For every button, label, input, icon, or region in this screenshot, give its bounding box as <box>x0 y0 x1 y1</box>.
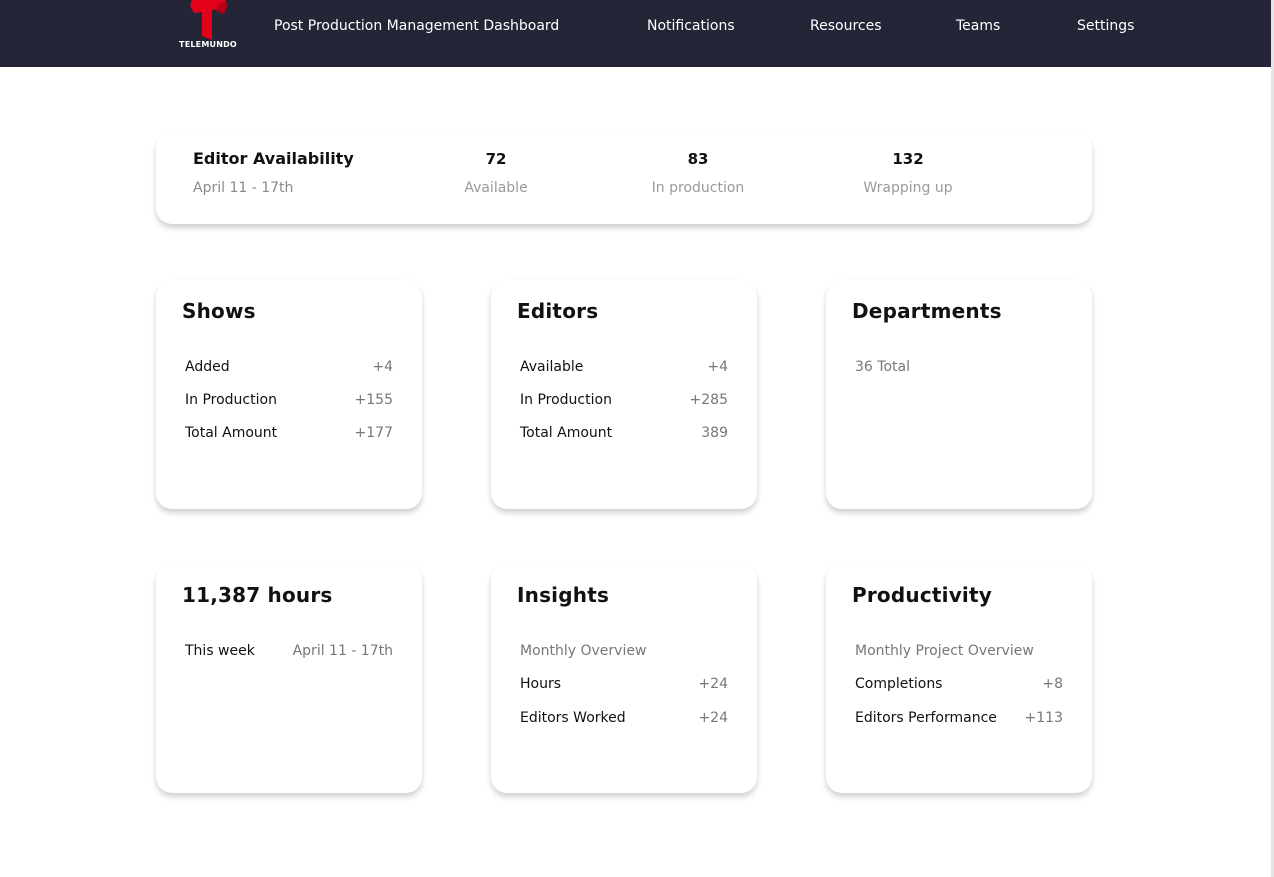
row-value: +4 <box>372 359 393 375</box>
hours-row-this-week: This week April 11 - 17th <box>185 643 393 663</box>
productivity-row-editors-performance: Editors Performance +113 <box>855 710 1063 730</box>
stat-wrapping-up-value: 132 <box>892 150 924 168</box>
row-label: Total Amount <box>185 425 278 441</box>
nav-notifications[interactable]: Notifications <box>647 17 735 35</box>
insights-subtitle: Monthly Overview <box>520 643 647 659</box>
stat-in-production-value: 83 <box>687 150 709 168</box>
departments-card: Departments 36 Total <box>826 280 1092 509</box>
departments-total: 36 Total <box>855 359 910 375</box>
row-value: +177 <box>354 425 393 441</box>
editor-availability-title: Editor Availability <box>193 149 354 168</box>
row-label: Editors Worked <box>520 710 626 726</box>
stat-available-value: 72 <box>485 150 507 168</box>
row-label: This week <box>185 643 255 659</box>
editor-availability-card: Editor Availability April 11 - 17th 72 A… <box>156 132 1092 224</box>
telemundo-logo[interactable]: TELEMUNDO <box>178 0 240 54</box>
app-title[interactable]: Post Production Management Dashboard <box>274 17 559 35</box>
insights-row-hours: Hours +24 <box>520 676 728 696</box>
insights-title: Insights <box>517 583 610 607</box>
top-navbar: TELEMUNDO Post Production Management Das… <box>0 0 1271 67</box>
editors-row-total-amount: Total Amount 389 <box>520 425 728 445</box>
editors-title: Editors <box>517 299 599 323</box>
departments-title: Departments <box>852 299 1002 323</box>
row-label: Available <box>520 359 584 375</box>
nav-settings[interactable]: Settings <box>1077 17 1134 35</box>
telemundo-t-icon <box>190 0 228 40</box>
row-label: Hours <box>520 676 562 692</box>
row-value: 389 <box>701 425 728 441</box>
nav-teams[interactable]: Teams <box>956 17 1000 35</box>
shows-row-total-amount: Total Amount +177 <box>185 425 393 445</box>
productivity-title: Productivity <box>852 583 992 607</box>
productivity-card: Productivity Monthly Project Overview Co… <box>826 564 1092 793</box>
row-value: +24 <box>698 710 728 726</box>
row-value: +24 <box>698 676 728 692</box>
productivity-row-completions: Completions +8 <box>855 676 1063 696</box>
logo-wordmark: TELEMUNDO <box>179 40 237 49</box>
editors-card: Editors Available +4 In Production +285 … <box>491 280 757 509</box>
row-label: Added <box>185 359 230 375</box>
insights-row-editors-worked: Editors Worked +24 <box>520 710 728 730</box>
shows-card: Shows Added +4 In Production +155 Total … <box>156 280 422 509</box>
hours-card: 11,387 hours This week April 11 - 17th <box>156 564 422 793</box>
nav-resources[interactable]: Resources <box>810 17 882 35</box>
hours-title: 11,387 hours <box>182 583 333 607</box>
editors-row-available: Available +4 <box>520 359 728 379</box>
stat-in-production-label: In production <box>651 180 745 196</box>
row-label: Completions <box>855 676 943 692</box>
shows-row-in-production: In Production +155 <box>185 392 393 412</box>
editors-row-in-production: In Production +285 <box>520 392 728 412</box>
row-value: +155 <box>354 392 393 408</box>
stat-available-label: Available <box>464 180 528 196</box>
row-value: April 11 - 17th <box>292 643 393 659</box>
row-value: +8 <box>1042 676 1063 692</box>
row-value: +113 <box>1024 710 1063 726</box>
insights-card: Insights Monthly Overview Hours +24 Edit… <box>491 564 757 793</box>
productivity-subtitle: Monthly Project Overview <box>855 643 1034 659</box>
editor-availability-date: April 11 - 17th <box>193 180 294 196</box>
shows-row-added: Added +4 <box>185 359 393 379</box>
row-label: In Production <box>520 392 612 408</box>
row-value: +285 <box>689 392 728 408</box>
stat-wrapping-up-label: Wrapping up <box>863 180 953 196</box>
row-value: +4 <box>707 359 728 375</box>
row-label: Total Amount <box>520 425 613 441</box>
row-label: Editors Performance <box>855 710 997 726</box>
shows-title: Shows <box>182 299 256 323</box>
row-label: In Production <box>185 392 277 408</box>
